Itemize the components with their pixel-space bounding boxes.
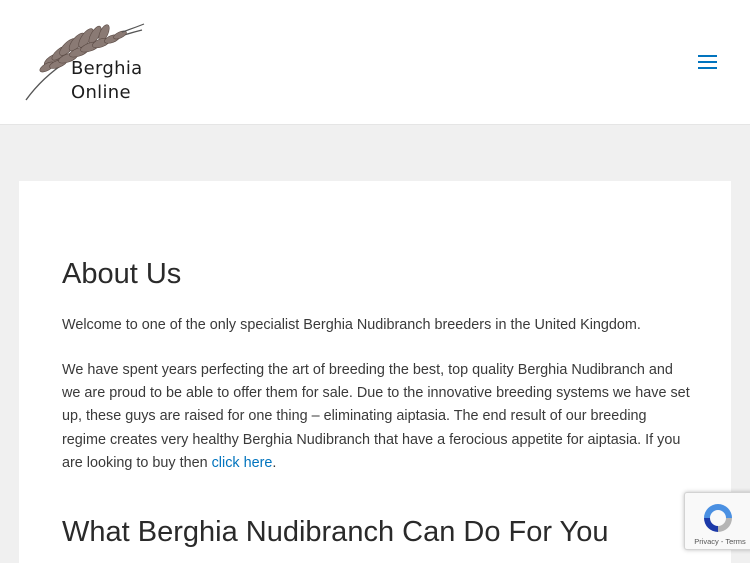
intro-paragraph: Welcome to one of the only specialist Be… bbox=[62, 317, 641, 333]
page-title: About Us bbox=[62, 258, 182, 290]
about-paragraph: We have spent years perfecting the art o… bbox=[62, 359, 692, 475]
content-card: About Us Welcome to one of the only spec… bbox=[19, 181, 731, 563]
section-title: What Berghia Nudibranch Can Do For You bbox=[62, 516, 609, 548]
logo-text-line1: Berghia bbox=[71, 58, 143, 79]
logo-text-line2: Online bbox=[71, 82, 131, 103]
site-logo[interactable]: Berghia Online bbox=[22, 20, 152, 105]
recaptcha-badge[interactable]: Privacy - Terms bbox=[684, 492, 750, 550]
recaptcha-links[interactable]: Privacy - Terms bbox=[689, 537, 750, 546]
hamburger-menu-icon[interactable] bbox=[694, 50, 720, 74]
recaptcha-icon bbox=[704, 504, 732, 532]
about-paragraph-text: We have spent years perfecting the art o… bbox=[62, 362, 690, 471]
about-paragraph-end: . bbox=[272, 454, 277, 471]
click-here-link[interactable]: click here bbox=[212, 455, 273, 471]
site-header: Berghia Online bbox=[0, 0, 750, 125]
